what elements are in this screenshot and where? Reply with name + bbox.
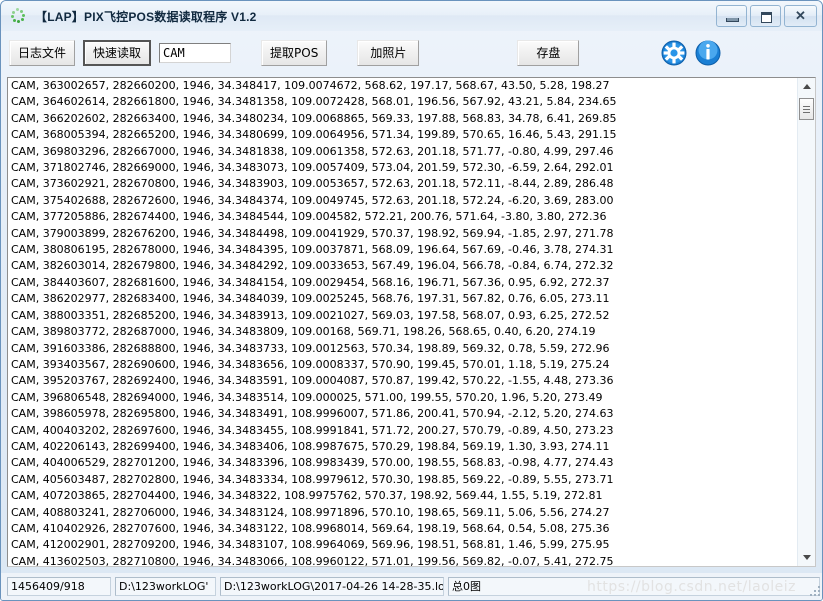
minimize-icon <box>726 18 739 22</box>
log-line: CAM, 407203865, 282704400, 1946, 34.3483… <box>11 489 603 503</box>
minimize-button[interactable] <box>716 5 747 27</box>
maximize-icon <box>761 12 772 23</box>
status-folder: D:\123workLOG' <box>115 576 216 596</box>
status-counter: 1456409/918 <box>7 576 111 596</box>
close-button[interactable]: ✕ <box>784 5 817 27</box>
window-title: 【LAP】PIX飞控POS数据读取程序 V1.2 <box>35 9 257 24</box>
title-bar: 【LAP】PIX飞控POS数据读取程序 V1.2 ✕ <box>1 1 822 31</box>
application-window: 【LAP】PIX飞控POS数据读取程序 V1.2 ✕ 日志文件 快速读取 提取P… <box>0 0 823 601</box>
log-line: CAM, 379003899, 282676200, 1946, 34.3484… <box>11 226 614 240</box>
add-photo-button[interactable]: 加照片 <box>357 40 420 66</box>
gear-icon <box>661 40 687 66</box>
log-line: CAM, 405603487, 282702800, 1946, 34.3483… <box>11 472 614 486</box>
filter-keyword-input[interactable] <box>159 43 232 63</box>
loading-spinner-icon <box>9 7 27 25</box>
save-button[interactable]: 存盘 <box>517 40 580 66</box>
toolbar: 日志文件 快速读取 提取POS 加照片 存盘 <box>1 31 822 75</box>
log-line: CAM, 366202602, 282663400, 1946, 34.3480… <box>11 111 617 125</box>
log-line: CAM, 373602921, 282670800, 1946, 34.3483… <box>11 177 614 191</box>
log-line: CAM, 369803296, 282667000, 1946, 34.3481… <box>11 144 614 158</box>
log-line: CAM, 380806195, 282678000, 1946, 34.3484… <box>11 243 614 257</box>
log-line: CAM, 388003351, 282685200, 1946, 34.3483… <box>11 308 610 322</box>
status-bar: 1456409/918 D:\123workLOG' D:\123workLOG… <box>1 573 822 600</box>
log-line: CAM, 400403202, 282697600, 1946, 34.3483… <box>11 423 614 437</box>
maximize-button[interactable] <box>750 5 781 27</box>
vertical-scrollbar[interactable] <box>797 78 815 566</box>
log-file-button[interactable]: 日志文件 <box>9 40 76 66</box>
log-content[interactable]: CAM, 363002657, 282660200, 1946, 34.3484… <box>8 78 797 566</box>
log-line: CAM, 368005394, 282665200, 1946, 34.3480… <box>11 128 617 142</box>
log-line: CAM, 413602503, 282710800, 1946, 34.3483… <box>11 554 614 566</box>
quick-read-button[interactable]: 快速读取 <box>83 40 152 66</box>
log-line: CAM, 398605978, 282695800, 1946, 34.3483… <box>11 407 614 421</box>
log-line: CAM, 377205886, 282674400, 1946, 34.3484… <box>11 210 607 224</box>
log-line: CAM, 395203767, 282692400, 1946, 34.3483… <box>11 374 614 388</box>
settings-button[interactable] <box>659 38 689 68</box>
log-line: CAM, 410402926, 282707600, 1946, 34.3483… <box>11 521 610 535</box>
status-photo-count: 总0图 <box>448 576 820 596</box>
window-controls: ✕ <box>716 5 817 27</box>
scrollbar-thumb[interactable] <box>799 98 814 120</box>
log-line: CAM, 371802746, 282669000, 1946, 34.3483… <box>11 161 614 175</box>
info-icon <box>695 40 721 66</box>
log-line: CAM, 384403607, 282681600, 1946, 34.3484… <box>11 275 610 289</box>
resize-grip[interactable] <box>809 585 822 598</box>
log-line: CAM, 386202977, 282683400, 1946, 34.3484… <box>11 292 610 306</box>
log-line: CAM, 363002657, 282660200, 1946, 34.3484… <box>11 79 610 92</box>
log-textarea[interactable]: CAM, 363002657, 282660200, 1946, 34.3484… <box>7 77 816 567</box>
log-line: CAM, 375402688, 282672600, 1946, 34.3484… <box>11 193 614 207</box>
log-line: CAM, 391603386, 282688800, 1946, 34.3483… <box>11 341 610 355</box>
status-file-path: D:\123workLOG\2017-04-26 14-28-35.log <box>220 576 444 596</box>
log-line: CAM, 412002901, 282709200, 1946, 34.3483… <box>11 538 610 552</box>
scroll-down-icon <box>802 555 811 560</box>
scroll-up-icon <box>802 84 811 89</box>
log-line: CAM, 364602614, 282661800, 1946, 34.3481… <box>11 95 617 109</box>
log-line: CAM, 393403567, 282690600, 1946, 34.3483… <box>11 357 610 371</box>
log-line: CAM, 389803772, 282687000, 1946, 34.3483… <box>11 325 596 339</box>
close-icon: ✕ <box>795 8 806 23</box>
extract-pos-button[interactable]: 提取POS <box>261 40 328 66</box>
log-line: CAM, 408803241, 282706000, 1946, 34.3483… <box>11 505 610 519</box>
log-line: CAM, 382603014, 282679800, 1946, 34.3484… <box>11 259 614 273</box>
scroll-down-button[interactable] <box>798 549 815 566</box>
info-button[interactable] <box>693 38 723 68</box>
scroll-up-button[interactable] <box>798 78 815 95</box>
log-line: CAM, 396806548, 282694000, 1946, 34.3483… <box>11 390 603 404</box>
log-line: CAM, 404006529, 282701200, 1946, 34.3483… <box>11 456 614 470</box>
log-line: CAM, 402206143, 282699400, 1946, 34.3483… <box>11 439 610 453</box>
